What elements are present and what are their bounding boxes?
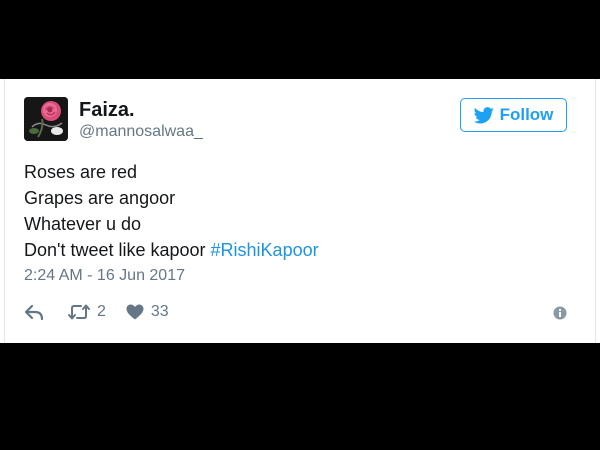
twitter-bird-icon — [473, 106, 494, 123]
retweet-icon — [68, 304, 90, 320]
tweet-line-last: Don't tweet like kapoor #RishiKapoor — [24, 237, 319, 263]
info-icon[interactable] — [553, 306, 567, 320]
heart-icon — [126, 304, 144, 320]
tweet-card: Faiza. @mannosalwaa_ Follow Roses are re… — [0, 79, 600, 343]
tweet-line-text: Don't tweet like kapoor — [24, 240, 211, 260]
rose-avatar-icon — [24, 97, 68, 141]
tweet-line: Grapes are angoor — [24, 188, 176, 208]
tweet-line: Roses are red — [24, 162, 138, 182]
tweet-line: Whatever u do — [24, 214, 142, 234]
display-name[interactable]: Faiza. — [79, 99, 135, 122]
timestamp[interactable]: 2:24 AM - 16 Jun 2017 — [24, 267, 185, 285]
tweet-text: Roses are red Grapes are angoor Whatever… — [24, 159, 319, 263]
like-button[interactable]: 33 — [126, 303, 169, 321]
avatar[interactable] — [24, 97, 68, 141]
reply-icon — [24, 304, 44, 320]
action-bar: 2 33 — [24, 301, 169, 323]
user-handle[interactable]: @mannosalwaa_ — [79, 123, 203, 141]
reply-button[interactable] — [24, 304, 44, 320]
retweet-count: 2 — [97, 303, 106, 320]
hashtag-link[interactable]: #RishiKapoor — [211, 240, 319, 260]
follow-button-label: Follow — [499, 105, 554, 124]
follow-button[interactable]: Follow — [460, 98, 567, 132]
retweet-button[interactable]: 2 — [68, 303, 106, 321]
like-count: 33 — [150, 303, 169, 320]
